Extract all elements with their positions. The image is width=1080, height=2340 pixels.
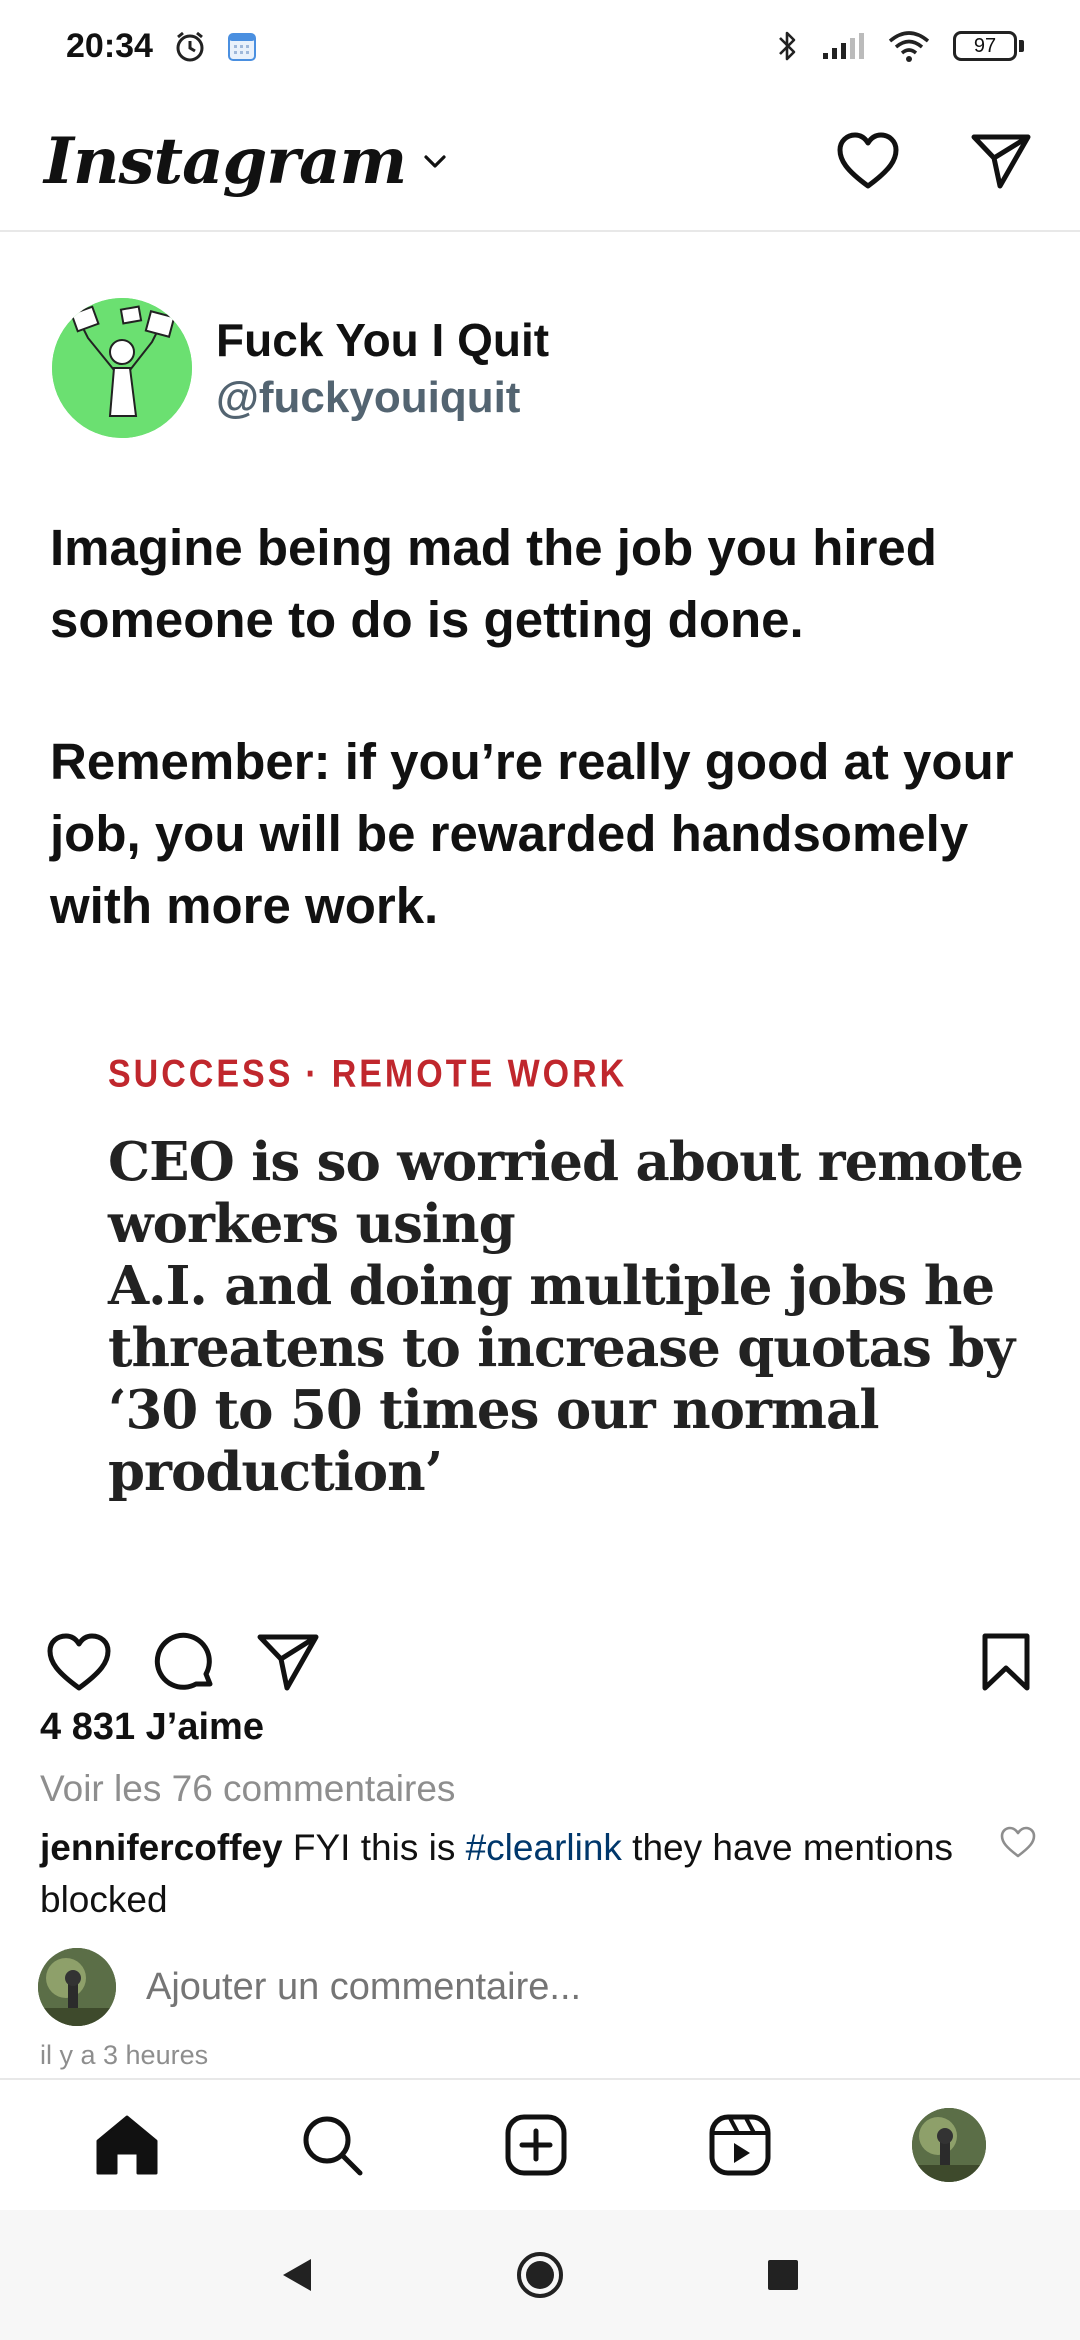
author-text: Fuck You I Quit @fuckyouiquit xyxy=(216,313,549,423)
bluetooth-icon xyxy=(777,28,799,64)
user-avatar xyxy=(38,1948,116,2026)
status-bar: 20:34 97 xyxy=(0,0,1080,92)
article-kicker: SUCCESS · REMOTE WORK xyxy=(108,1052,1028,1097)
post-actions xyxy=(0,1612,1080,1712)
article-kicker-section: SUCCESS xyxy=(108,1052,294,1096)
post: Fuck You I Quit @fuckyouiquit Imagine be… xyxy=(0,232,1080,1612)
like-count[interactable]: 4 831 J’aime xyxy=(40,1706,264,1749)
back-icon[interactable] xyxy=(279,2255,315,2295)
bottom-nav xyxy=(0,2078,1080,2210)
article-kicker-topic: REMOTE WORK xyxy=(331,1052,628,1096)
author-avatar xyxy=(52,298,192,438)
tweet-body: Imagine being mad the job you hired some… xyxy=(50,512,1040,942)
system-nav xyxy=(0,2210,1080,2340)
status-left: 20:34 xyxy=(66,27,257,66)
view-comments-link[interactable]: Voir les 76 commentaires xyxy=(40,1768,455,1810)
status-right: 97 xyxy=(777,28,1024,64)
author-handle: @fuckyouiquit xyxy=(216,373,521,422)
comment-username[interactable]: jennifercoffey xyxy=(40,1827,283,1868)
top-bar: Instagram xyxy=(0,92,1080,232)
home-button-icon[interactable] xyxy=(515,2250,565,2300)
tweet-paragraph-2: Remember: if you’re really good at your … xyxy=(50,733,1014,934)
wifi-icon xyxy=(887,29,931,63)
alarm-icon xyxy=(173,29,207,63)
recents-icon[interactable] xyxy=(765,2257,801,2293)
share-icon[interactable] xyxy=(256,1632,320,1692)
add-comment-row xyxy=(38,1948,635,2026)
calendar-icon xyxy=(227,30,257,62)
battery-tip xyxy=(1019,40,1024,52)
article-screenshot: SUCCESS · REMOTE WORK CEO is so worried … xyxy=(108,1052,1028,1503)
add-comment-input[interactable] xyxy=(146,1965,635,2009)
create-icon[interactable] xyxy=(504,2113,568,2177)
article-kicker-separator: · xyxy=(305,1052,320,1096)
instagram-logo: Instagram xyxy=(44,123,407,199)
author-name: Fuck You I Quit xyxy=(216,314,550,366)
comment: jennifercoffey FYI this is #clearlink th… xyxy=(40,1822,980,1926)
like-icon[interactable] xyxy=(46,1632,112,1692)
article-headline: CEO is so worried about remote workers u… xyxy=(108,1131,1024,1503)
search-icon[interactable] xyxy=(300,2113,364,2177)
comment-text-start: FYI this is xyxy=(282,1827,466,1868)
status-time: 20:34 xyxy=(66,26,153,65)
signal-icon xyxy=(821,31,865,61)
comment-icon[interactable] xyxy=(152,1630,216,1694)
profile-avatar[interactable] xyxy=(912,2108,986,2182)
account-switcher[interactable]: Instagram xyxy=(44,124,450,199)
post-actions-left xyxy=(46,1630,320,1694)
tweet-paragraph-1: Imagine being mad the job you hired some… xyxy=(50,519,937,648)
post-timestamp: il y a 3 heures xyxy=(40,2040,209,2070)
heart-icon[interactable] xyxy=(836,132,900,190)
bookmark-icon[interactable] xyxy=(980,1632,1032,1692)
comment-hashtag[interactable]: #clearlink xyxy=(466,1827,622,1868)
send-icon[interactable] xyxy=(970,132,1032,190)
reels-icon[interactable] xyxy=(708,2113,772,2177)
top-actions xyxy=(836,132,1032,190)
home-icon[interactable] xyxy=(94,2113,160,2177)
tweet-author: Fuck You I Quit @fuckyouiquit xyxy=(52,298,549,438)
chevron-down-icon xyxy=(420,146,450,176)
battery-icon: 97 xyxy=(953,31,1024,61)
battery-level: 97 xyxy=(953,31,1017,61)
comment-like-icon[interactable] xyxy=(1000,1826,1036,1858)
